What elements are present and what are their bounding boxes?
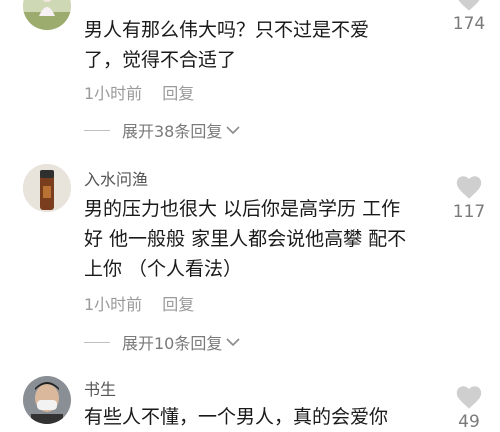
comment-text: 男人有那么伟大吗？只不过是不爱 了，觉得不合适了 <box>84 15 434 75</box>
comment-text-line: 了，觉得不合适了 <box>84 49 237 71</box>
comment-item: 书生 有些人不懂，一个男人，真的会爱你 49 <box>0 372 500 432</box>
expand-replies-button[interactable]: 展开10条回复 <box>84 330 240 354</box>
comment-text: 有些人不懂，一个男人，真的会爱你 <box>84 402 434 432</box>
divider <box>84 341 110 343</box>
expand-replies-label: 展开10条回复 <box>122 334 223 353</box>
comment-text-line: 好 他一般般 家里人都会说他高攀 配不 <box>84 228 407 250</box>
username[interactable]: 入水问渔 <box>84 166 148 190</box>
chevron-down-icon <box>226 338 240 347</box>
comment-item: 入水问渔 男的压力也很大 以后你是高学历 工作 好 他一般般 家里人都会说他高攀… <box>0 160 500 360</box>
expand-replies-button[interactable]: 展开38条回复 <box>84 118 240 142</box>
like-button[interactable]: 117 <box>444 174 494 222</box>
comment-text-line: 有些人不懂，一个男人，真的会爱你 <box>84 406 389 428</box>
like-button[interactable]: 49 <box>444 384 494 432</box>
reply-button[interactable]: 回复 <box>162 295 194 314</box>
timestamp: 1小时前 <box>84 84 143 103</box>
avatar[interactable] <box>23 164 71 212</box>
heart-icon[interactable] <box>455 384 483 410</box>
divider <box>84 129 110 131</box>
comment-meta: 1小时前 回复 <box>84 291 194 315</box>
comment-text-line: 男人有那么伟大吗？只不过是不爱 <box>84 19 370 41</box>
timestamp: 1小时前 <box>84 295 143 314</box>
comment-item: 男人有那么伟大吗？只不过是不爱 了，觉得不合适了 1小时前 回复 174 展开38… <box>0 0 500 150</box>
heart-icon[interactable] <box>455 0 483 12</box>
like-count: 117 <box>452 202 486 222</box>
comment-text-line: 上你 （个人看法） <box>84 258 243 280</box>
like-button[interactable]: 174 <box>444 0 494 34</box>
reply-button[interactable]: 回复 <box>162 84 194 103</box>
heart-icon[interactable] <box>455 174 483 200</box>
chevron-down-icon <box>226 126 240 135</box>
username[interactable]: 书生 <box>84 376 116 400</box>
comment-meta: 1小时前 回复 <box>84 80 194 104</box>
comment-text-line: 男的压力也很大 以后你是高学历 工作 <box>84 198 401 220</box>
avatar[interactable] <box>23 0 71 30</box>
comment-text: 男的压力也很大 以后你是高学历 工作 好 他一般般 家里人都会说他高攀 配不 上… <box>84 194 434 284</box>
like-count: 49 <box>458 412 480 432</box>
like-count: 174 <box>452 14 486 34</box>
expand-replies-label: 展开38条回复 <box>122 122 223 141</box>
avatar[interactable] <box>23 376 71 424</box>
